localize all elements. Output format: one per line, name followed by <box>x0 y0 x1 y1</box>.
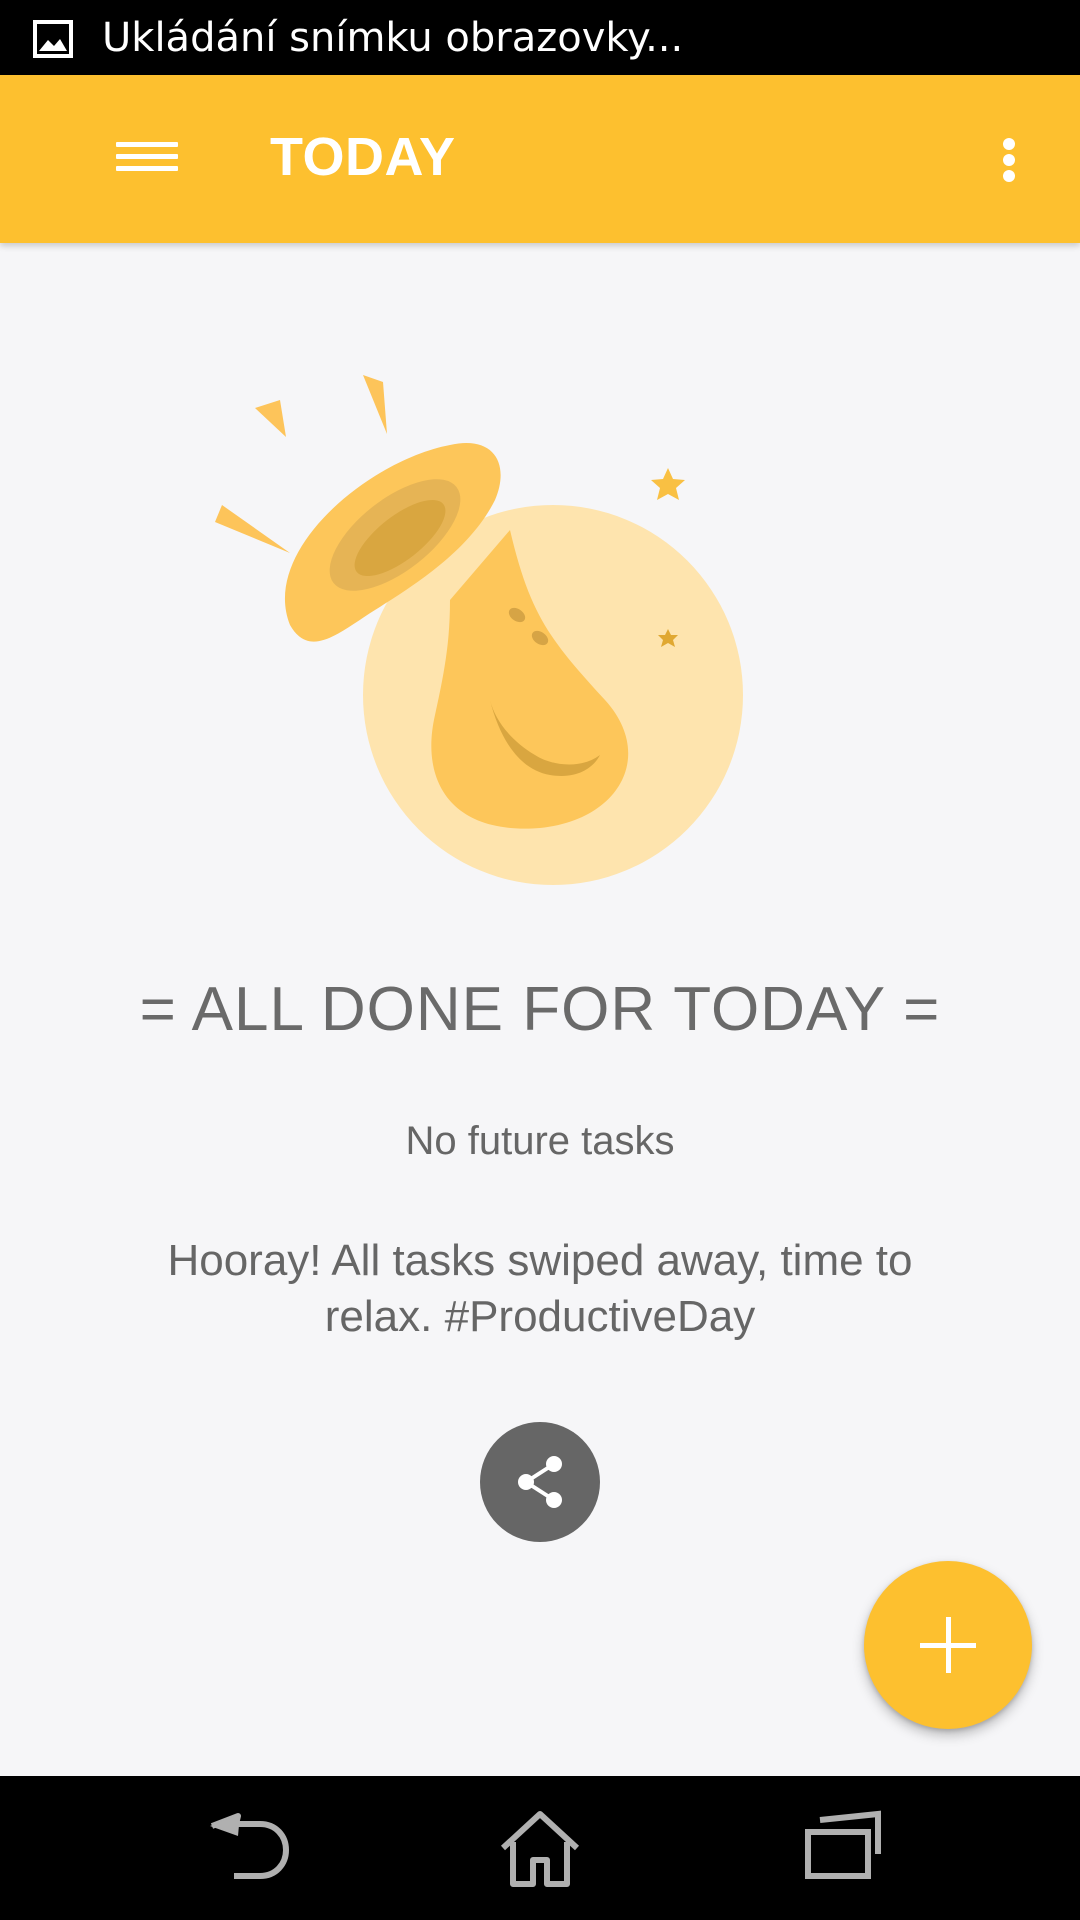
empty-state-headline: = ALL DONE FOR TODAY = <box>139 975 941 1044</box>
recent-apps-button[interactable] <box>786 1798 896 1898</box>
empty-state-message: Hooray! All tasks swiped away, time to r… <box>167 1236 913 1341</box>
hamburger-menu-icon <box>116 142 178 147</box>
menu-button[interactable] <box>96 119 196 199</box>
app-bar: TODAY <box>0 75 1080 243</box>
back-button[interactable] <box>190 1798 300 1898</box>
horn-illustration <box>215 375 743 885</box>
notification-text: Ukládání snímku obrazovky... <box>102 15 684 61</box>
image-icon <box>33 20 73 58</box>
share-button[interactable] <box>480 1422 600 1542</box>
home-button[interactable] <box>485 1798 595 1898</box>
empty-state-subtitle: No future tasks <box>405 1119 675 1163</box>
back-icon <box>210 1813 289 1879</box>
more-vert-icon <box>1003 138 1015 150</box>
status-bar: Ukládání snímku obrazovky... <box>0 0 1080 75</box>
add-task-button[interactable] <box>864 1561 1032 1729</box>
page-title: TODAY <box>270 127 456 187</box>
recent-apps-icon <box>805 1810 881 1879</box>
home-icon <box>500 1811 580 1887</box>
overflow-menu-button[interactable] <box>980 119 1040 199</box>
share-icon <box>518 1456 562 1508</box>
navigation-bar <box>0 1776 1080 1920</box>
